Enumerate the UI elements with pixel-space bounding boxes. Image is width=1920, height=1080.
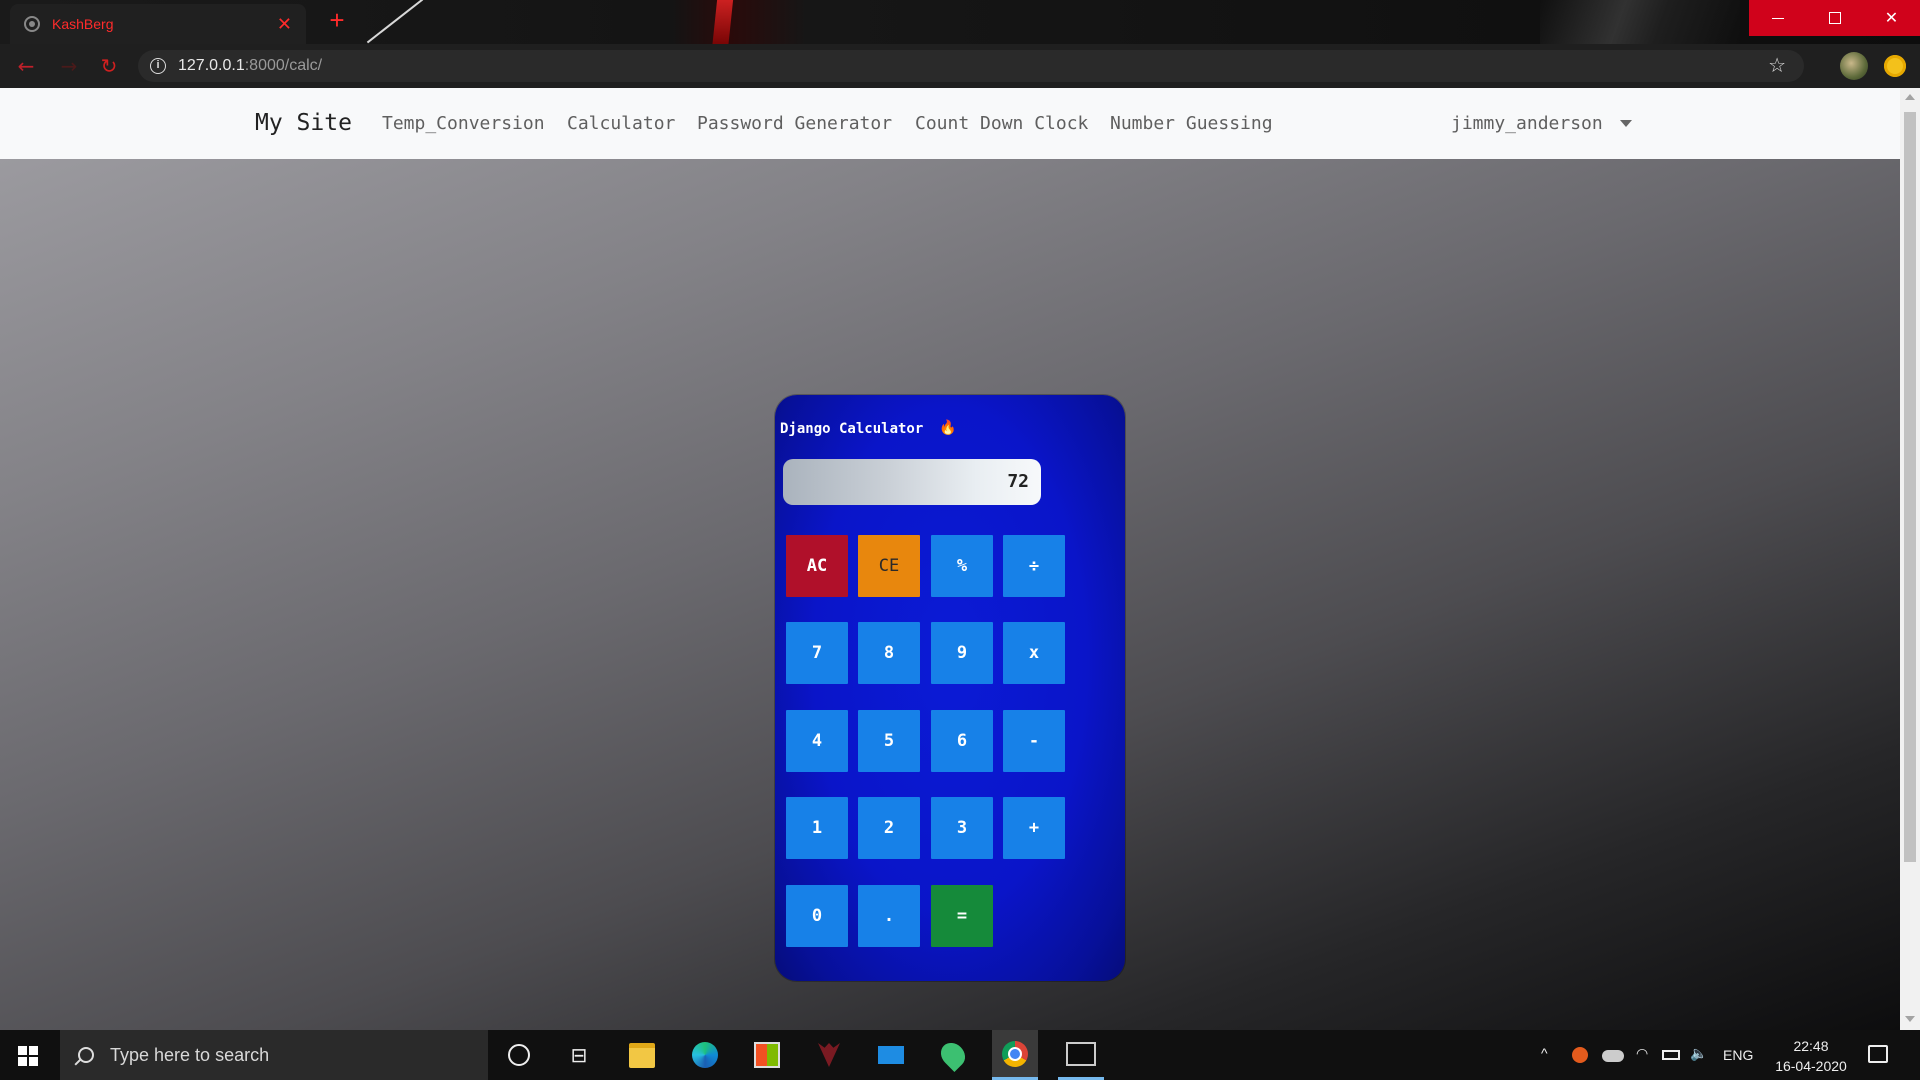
calculator-display[interactable]: 72: [783, 459, 1041, 505]
site-brand[interactable]: My Site: [255, 110, 352, 136]
wallpaper-shape: [1540, 0, 1740, 44]
reload-icon[interactable]: ↻: [95, 52, 123, 80]
chevron-down-icon[interactable]: [1620, 120, 1632, 127]
task-view-icon[interactable]: ⊟: [562, 1038, 596, 1072]
show-hidden-icons-chevron-icon[interactable]: ^: [1541, 1045, 1548, 1061]
extension-icon[interactable]: [1884, 55, 1906, 77]
browser-tab-bar: KashBerg ✕ +: [0, 0, 1920, 44]
address-bar[interactable]: i 127.0.0.1:8000/calc/ ☆: [138, 50, 1804, 82]
browser-tab-active[interactable]: KashBerg ✕: [10, 4, 306, 44]
clock-time: 22:48: [1793, 1038, 1829, 1054]
decimal-point-button[interactable]: .: [858, 885, 920, 947]
search-icon: [78, 1047, 94, 1063]
battery-icon[interactable]: [1662, 1050, 1680, 1060]
url-path: :8000/calc/: [244, 57, 323, 74]
site-info-icon[interactable]: i: [150, 58, 166, 74]
calculator-panel: Django Calculator 🔥 72 AC CE % ÷ 7 8 9 x…: [775, 395, 1125, 981]
plus-button[interactable]: +: [1003, 797, 1065, 859]
predator-sense-icon[interactable]: [812, 1038, 846, 1072]
divide-button[interactable]: ÷: [1003, 535, 1065, 597]
all-clear-button[interactable]: AC: [786, 535, 848, 597]
antivirus-tray-icon[interactable]: [1572, 1047, 1588, 1063]
onedrive-tray-icon[interactable]: [1602, 1050, 1624, 1062]
maximize-window-button[interactable]: [1806, 0, 1863, 36]
nav-link-temp-conversion[interactable]: Temp_Conversion: [382, 113, 545, 134]
mail-icon[interactable]: [874, 1038, 908, 1072]
cortana-icon[interactable]: [502, 1038, 536, 1072]
digit-0-button[interactable]: 0: [786, 885, 848, 947]
scroll-down-arrow-icon[interactable]: [1905, 1016, 1915, 1022]
globe-icon: [24, 16, 40, 32]
wallpaper-accent: [711, 0, 735, 44]
percent-button[interactable]: %: [931, 535, 993, 597]
nav-link-calculator[interactable]: Calculator: [567, 113, 675, 134]
minimize-window-button[interactable]: [1749, 0, 1806, 36]
edge-browser-icon[interactable]: [688, 1038, 722, 1072]
minus-button[interactable]: -: [1003, 710, 1065, 772]
volume-icon[interactable]: 🔈: [1690, 1045, 1707, 1062]
site-navbar: My Site Temp_Conversion Calculator Passw…: [0, 88, 1900, 159]
digit-3-button[interactable]: 3: [931, 797, 993, 859]
digit-8-button[interactable]: 8: [858, 622, 920, 684]
close-tab-icon[interactable]: ✕: [277, 14, 292, 35]
maps-icon[interactable]: [936, 1038, 970, 1072]
digit-2-button[interactable]: 2: [858, 797, 920, 859]
digit-7-button[interactable]: 7: [786, 622, 848, 684]
new-tab-button[interactable]: +: [318, 6, 356, 36]
clock-date: 16-04-2020: [1775, 1058, 1847, 1074]
page-viewport: My Site Temp_Conversion Calculator Passw…: [0, 88, 1920, 1030]
scroll-up-arrow-icon[interactable]: [1905, 94, 1915, 100]
windows-start-icon[interactable]: [18, 1046, 38, 1066]
chrome-icon[interactable]: [992, 1030, 1038, 1080]
tab-title: KashBerg: [52, 16, 114, 32]
nav-link-password-generator[interactable]: Password Generator: [697, 113, 892, 134]
windows-taskbar: Type here to search ⊟ ^ ◠ 🔈 ENG 22:48 16…: [0, 1030, 1920, 1080]
digit-6-button[interactable]: 6: [931, 710, 993, 772]
user-menu[interactable]: jimmy_anderson: [1451, 113, 1603, 134]
wallpaper-streak: [366, 0, 424, 44]
taskbar-clock[interactable]: 22:48 16-04-2020: [1767, 1036, 1855, 1076]
digit-4-button[interactable]: 4: [786, 710, 848, 772]
equals-button[interactable]: =: [931, 885, 993, 947]
profile-avatar[interactable]: [1840, 52, 1868, 80]
notifications-icon[interactable]: [1868, 1045, 1888, 1063]
taskbar-search-box[interactable]: Type here to search: [60, 1030, 488, 1080]
digit-1-button[interactable]: 1: [786, 797, 848, 859]
close-window-button[interactable]: [1863, 0, 1920, 36]
flame-icon: 🔥: [939, 420, 957, 436]
url-host: 127.0.0.1: [178, 57, 245, 74]
page-scrollbar[interactable]: [1900, 88, 1920, 1030]
microsoft-store-icon[interactable]: [750, 1038, 784, 1072]
file-explorer-icon[interactable]: [625, 1038, 659, 1072]
bookmark-star-icon[interactable]: ☆: [1768, 53, 1786, 77]
wifi-icon[interactable]: ◠: [1636, 1045, 1648, 1062]
digit-9-button[interactable]: 9: [931, 622, 993, 684]
calculator-title: Django Calculator: [780, 421, 924, 437]
input-language[interactable]: ENG: [1723, 1047, 1753, 1063]
forward-arrow-icon[interactable]: →: [55, 52, 83, 80]
nav-link-number-guessing[interactable]: Number Guessing: [1110, 113, 1273, 134]
search-placeholder: Type here to search: [110, 1044, 270, 1065]
multiply-button[interactable]: x: [1003, 622, 1065, 684]
terminal-icon[interactable]: [1058, 1030, 1104, 1080]
digit-5-button[interactable]: 5: [858, 710, 920, 772]
page-content: Django Calculator 🔥 72 AC CE % ÷ 7 8 9 x…: [0, 159, 1900, 1030]
nav-link-count-down-clock[interactable]: Count Down Clock: [915, 113, 1088, 134]
browser-toolbar: ← → ↻ i 127.0.0.1:8000/calc/ ☆: [0, 44, 1920, 88]
clear-entry-button[interactable]: CE: [858, 535, 920, 597]
scrollbar-thumb[interactable]: [1904, 112, 1916, 862]
back-arrow-icon[interactable]: ←: [12, 52, 40, 80]
